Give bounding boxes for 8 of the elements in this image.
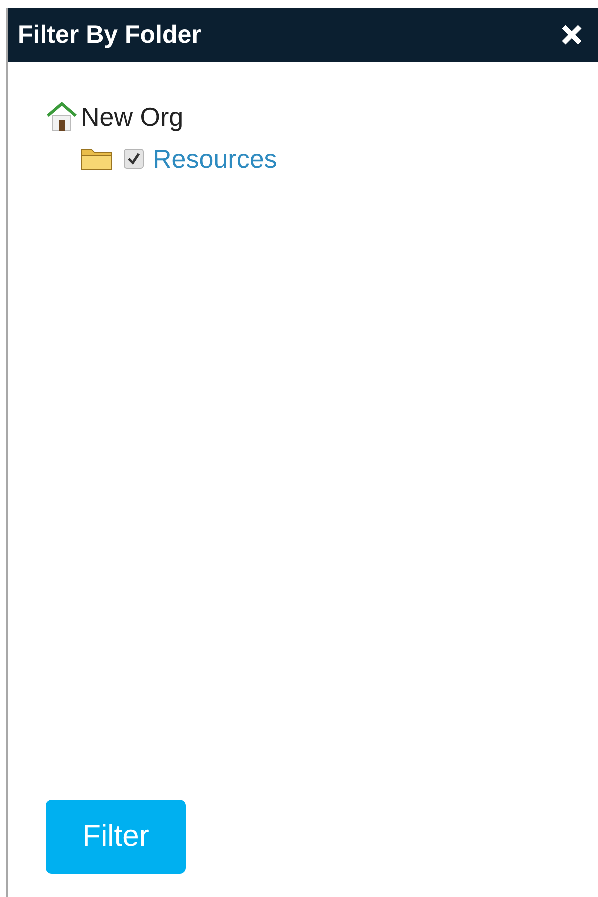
tree-item-label: New Org xyxy=(81,102,184,132)
checkbox[interactable] xyxy=(124,149,144,169)
folder-link[interactable]: Resources xyxy=(153,144,278,174)
dialog-title: Filter By Folder xyxy=(18,20,202,50)
house-icon xyxy=(46,102,78,132)
folder-icon xyxy=(81,147,113,171)
close-button[interactable] xyxy=(560,23,584,47)
filter-button[interactable]: Filter xyxy=(46,800,186,874)
